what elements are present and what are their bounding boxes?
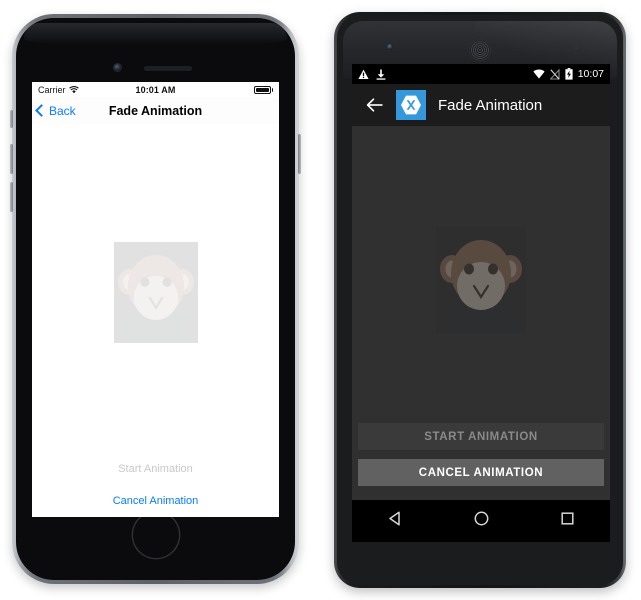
android-action-group: START ANIMATION CANCEL ANIMATION: [358, 423, 604, 486]
battery-charging-icon: [565, 68, 573, 80]
nav-home-circle-icon[interactable]: [473, 510, 490, 532]
start-animation-button[interactable]: START ANIMATION: [358, 423, 604, 450]
screenshot-stage: Carrier 10:01 AM Back Fade Animation Sta…: [0, 0, 641, 600]
battery-full-icon: [253, 85, 273, 94]
cancel-animation-button[interactable]: CANCEL ANIMATION: [358, 459, 604, 486]
nav-back-triangle-icon[interactable]: [387, 510, 404, 532]
iphone-top-gloss: [24, 23, 287, 45]
signal-off-icon: [549, 68, 560, 80]
wifi-icon: [533, 69, 545, 79]
android-nav-bar: [352, 500, 610, 542]
android-content-area: START ANIMATION CANCEL ANIMATION: [352, 126, 610, 500]
light-sensor-icon: [586, 46, 590, 50]
earpiece-speaker-icon: [469, 39, 491, 61]
volume-up-button[interactable]: [10, 144, 13, 174]
silent-switch[interactable]: [10, 110, 13, 128]
front-camera-icon: [387, 44, 393, 50]
volume-down-button[interactable]: [10, 182, 13, 212]
back-button[interactable]: [366, 96, 384, 114]
monkey-image: [436, 226, 526, 334]
xamarin-logo-icon: [396, 90, 426, 120]
android-status-bar: 10:07: [352, 64, 610, 84]
page-title: Fade Animation: [438, 96, 543, 114]
ios-clock: 10:01 AM: [135, 84, 176, 95]
nav-recents-square-icon[interactable]: [559, 510, 576, 532]
proximity-sensor-icon: [574, 46, 578, 50]
android-device: 10:07 Fade Animation START ANIMATION CAN…: [334, 12, 626, 588]
android-screen: 10:07 Fade Animation START ANIMATION CAN…: [352, 64, 610, 542]
iphone-device: Carrier 10:01 AM Back Fade Animation Sta…: [10, 14, 301, 584]
ios-action-group: Start Animation Cancel Animation: [32, 463, 279, 507]
android-status-right-icons: 10:07: [533, 68, 604, 80]
monkey-image: [113, 242, 198, 343]
download-icon: [376, 69, 386, 80]
ios-content-area: Start Animation Cancel Animation: [32, 124, 279, 517]
earpiece-speaker-icon: [144, 66, 192, 71]
front-camera-icon: [114, 64, 121, 71]
ios-status-bar: Carrier 10:01 AM: [32, 82, 279, 97]
cancel-animation-button[interactable]: Cancel Animation: [113, 495, 199, 507]
page-title: Fade Animation: [108, 103, 203, 118]
start-animation-button[interactable]: Start Animation: [118, 463, 193, 475]
android-clock: 10:07: [577, 68, 604, 80]
home-button[interactable]: [132, 512, 179, 558]
arrow-left-icon: [366, 98, 383, 112]
android-status-left-icons: [358, 69, 386, 80]
ios-nav-bar: Back Fade Animation: [32, 97, 279, 125]
warning-triangle-icon: [358, 69, 369, 79]
ios-screen: Carrier 10:01 AM Back Fade Animation Sta…: [32, 82, 279, 517]
power-button[interactable]: [298, 134, 301, 174]
android-toolbar: Fade Animation: [352, 84, 610, 126]
